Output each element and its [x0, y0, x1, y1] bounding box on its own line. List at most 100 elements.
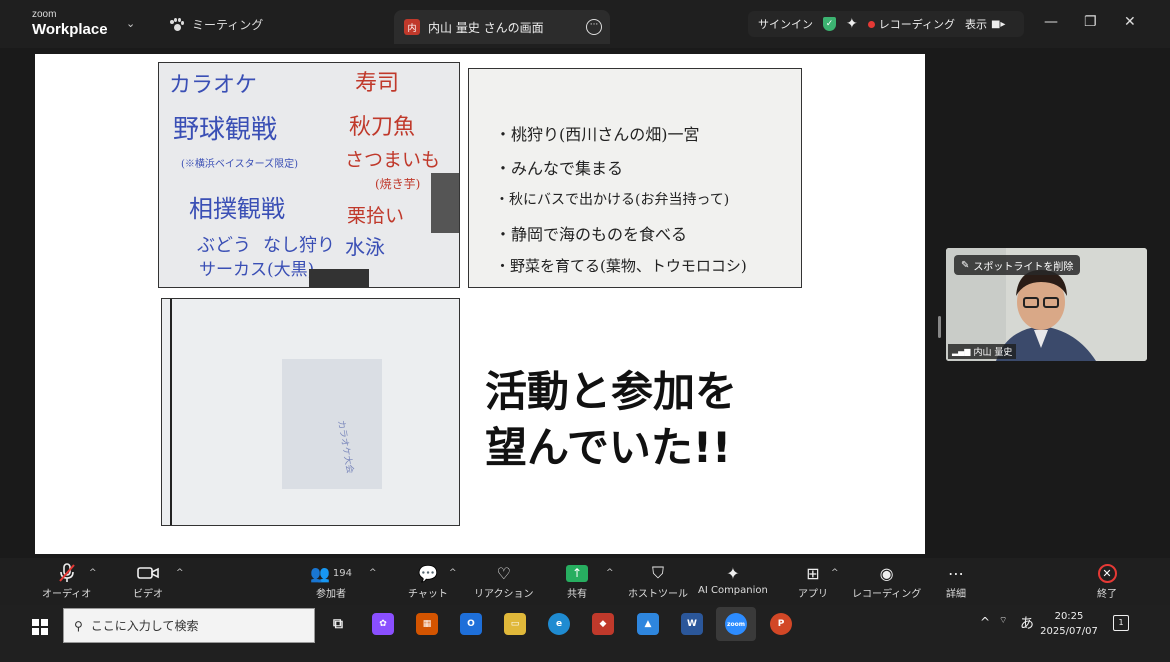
notification-icon[interactable]: 1 — [1113, 615, 1129, 631]
heart-icon: ♡ — [496, 563, 511, 583]
brand-top: zoom — [32, 9, 57, 20]
sparkle-icon: ✦ — [726, 563, 740, 583]
task-view-icon[interactable]: ⧉ — [327, 613, 349, 635]
mic-muted-icon — [58, 562, 76, 584]
edge-icon[interactable]: e — [548, 613, 570, 635]
reaction-button[interactable]: ♡ リアクション — [474, 562, 534, 601]
powerpoint-icon[interactable]: P — [770, 613, 792, 635]
chevron-down-icon[interactable]: ⌄ — [126, 17, 135, 30]
network-icon[interactable]: ⌔ — [999, 615, 1007, 626]
remove-spotlight-button[interactable]: ✎ スポットライトを削除 — [954, 255, 1081, 275]
brand-main: Workplace — [32, 21, 108, 38]
ai-companion-button[interactable]: ✦ AI Companion — [698, 562, 768, 597]
participant-name: 内山 量史 — [973, 348, 1013, 358]
photo-text: ・野菜を育てる(葉物、トウモロコシ) — [495, 257, 747, 275]
file-explorer-icon[interactable]: ▭ — [504, 613, 526, 635]
apps-caret-icon[interactable]: ^ — [831, 568, 839, 578]
search-icon: ⚲ — [74, 618, 83, 633]
m365-icon[interactable]: ◆ — [592, 613, 614, 635]
photo-text: (焼き芋) — [375, 177, 421, 191]
apps-button[interactable]: ⊞ アプリ — [798, 562, 828, 601]
outlook-icon[interactable]: O — [460, 613, 482, 635]
signin-button[interactable]: サインイン — [758, 16, 813, 32]
minimize-icon[interactable]: — — [1044, 14, 1058, 30]
end-meeting-button[interactable]: ✕ 終了 — [1097, 562, 1117, 600]
participants-button[interactable]: 👥 194 参加者 — [310, 562, 353, 601]
windows-start-icon[interactable] — [32, 619, 48, 635]
photo-text: カラオケ — [169, 73, 258, 98]
meeting-tab-label: ミーティング — [192, 18, 264, 32]
taped-paper — [282, 359, 382, 489]
meeting-tab[interactable]: ミーティング — [170, 16, 263, 33]
tray-overflow-icon[interactable]: ^ — [980, 615, 990, 629]
view-layout-icon: ■▸ — [990, 18, 1006, 30]
slide-caption: 活動と参加を 望んでいた!! — [485, 364, 737, 476]
photo-text: ・秋にバスで出かける(お弁当持って) — [495, 192, 730, 208]
taskbar-search[interactable]: ⚲ ここに入力して検索 — [63, 608, 315, 643]
store-icon[interactable]: ▦ — [416, 613, 438, 635]
record-dot-icon — [867, 20, 875, 28]
share-screen-icon: ↑ — [566, 562, 588, 584]
more-label: 詳細 — [946, 589, 966, 600]
video-button[interactable]: ビデオ — [133, 562, 163, 600]
photo-text: ・桃狩り(西川さんの畑)一宮 — [495, 125, 700, 144]
taskbar-clock[interactable]: 20:25 2025/07/07 — [1038, 609, 1100, 639]
apps-label: アプリ — [798, 589, 828, 600]
photo-whiteboard: カラオケ大会 — [161, 298, 460, 526]
recording-button[interactable]: ◉ レコーディング — [852, 562, 922, 601]
video-options-caret-icon[interactable]: ^ — [176, 568, 184, 578]
more-button[interactable]: ⋯ 詳細 — [946, 562, 966, 601]
meeting-stage: カラオケ 寿司 野球観戦 秋刀魚 (※横浜ベイスターズ限定) さつまいも (焼き… — [0, 48, 1170, 558]
photo-text: ・みんなで集まる — [495, 159, 624, 178]
screen-share-tab[interactable]: 内 内山 量史 さんの画面 ··· — [394, 10, 610, 44]
shared-slide: カラオケ 寿司 野球観戦 秋刀魚 (※横浜ベイスターズ限定) さつまいも (焼き… — [35, 54, 925, 554]
ai-sparkle-icon[interactable]: ✦ — [846, 16, 858, 32]
split-drag-handle[interactable] — [938, 316, 941, 338]
security-shield-icon[interactable]: ✓ — [823, 17, 836, 31]
photo-text: 水泳 — [345, 235, 385, 259]
camera-icon — [137, 562, 159, 584]
spotlight-video[interactable]: ✎ スポットライトを削除 ▂▄▆ 内山 量史 — [946, 248, 1147, 361]
recording-label: レコーディング — [852, 589, 922, 600]
clock-time: 20:25 — [1054, 611, 1084, 622]
photo-text: 寿司 — [355, 71, 400, 96]
more-options-icon[interactable]: ··· — [586, 19, 602, 35]
meeting-toolbar: オーディオ ^ ビデオ ^ 👥 194 参加者 ^ 💬 チャット ^ ♡ リアクシ… — [0, 558, 1170, 605]
chat-caret-icon[interactable]: ^ — [449, 568, 457, 578]
share-button[interactable]: ↑ 共有 — [566, 562, 588, 600]
photo-text: 秋刀魚 — [349, 115, 416, 140]
photo-text: サーカス(大黒) — [199, 260, 315, 280]
taskbar-search-placeholder: ここに入力して検索 — [90, 619, 199, 633]
audio-options-caret-icon[interactable]: ^ — [89, 568, 97, 578]
paw-icon — [170, 17, 184, 32]
host-tools-button[interactable]: ⛉ ホストツール — [628, 562, 688, 600]
view-button[interactable]: 表示 ■▸ — [965, 16, 1005, 32]
share-label: 共有 — [567, 589, 587, 600]
participants-caret-icon[interactable]: ^ — [369, 568, 377, 578]
share-caret-icon[interactable]: ^ — [606, 568, 614, 578]
zoom-logo: zoom Workplace — [32, 9, 108, 38]
recording-indicator[interactable]: レコーディング — [867, 16, 955, 32]
photo-text: 相撲観戦 — [189, 195, 285, 223]
participants-count: 194 — [332, 567, 353, 579]
photos-icon[interactable]: ▲ — [637, 613, 659, 635]
audio-button[interactable]: オーディオ — [42, 562, 91, 600]
word-icon[interactable]: W — [681, 613, 703, 635]
copilot-icon[interactable]: ✿ — [372, 613, 394, 635]
chat-icon: 💬 — [417, 563, 438, 583]
photo-wishlist-left: カラオケ 寿司 野球観戦 秋刀魚 (※横浜ベイスターズ限定) さつまいも (焼き… — [158, 62, 460, 288]
caption-line-2: 望んでいた!! — [485, 423, 732, 472]
restore-icon[interactable]: ❐ — [1084, 14, 1097, 30]
more-icon: ⋯ — [948, 563, 964, 583]
participants-label: 参加者 — [316, 589, 346, 600]
close-icon[interactable]: ✕ — [1124, 14, 1136, 30]
ime-indicator[interactable]: あ — [1020, 613, 1034, 633]
photo-text: 野球観戦 — [173, 115, 278, 145]
end-icon: ✕ — [1097, 562, 1117, 584]
chat-button[interactable]: 💬 チャット — [408, 562, 448, 601]
poster-decoration — [309, 269, 369, 287]
pin-icon: ✎ — [961, 259, 970, 271]
remove-spotlight-label: スポットライトを削除 — [973, 261, 1074, 273]
zoom-app-icon[interactable]: zoom — [725, 613, 747, 635]
caption-line-1: 活動と参加を — [485, 367, 738, 416]
